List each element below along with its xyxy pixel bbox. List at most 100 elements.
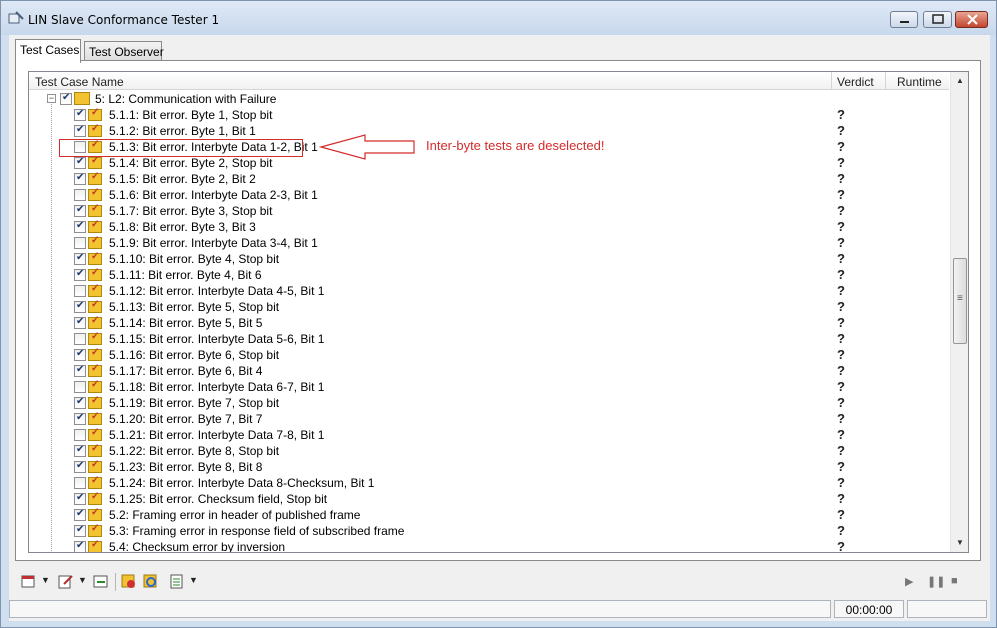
test-case-label: 5.1.21: Bit error. Interbyte Data 7-8, B… [109, 428, 325, 442]
test-case-icon [88, 475, 102, 489]
test-case-label: 5.1.7: Bit error. Byte 3, Stop bit [109, 204, 273, 218]
test-case-row[interactable]: 5.1.16: Bit error. Byte 6, Stop bit? [29, 347, 949, 363]
test-case-row[interactable]: 5.1.8: Bit error. Byte 3, Bit 3? [29, 219, 949, 235]
test-case-checkbox[interactable] [74, 412, 86, 425]
test-case-checkbox[interactable] [74, 124, 86, 137]
test-case-row[interactable]: 5.1.6: Bit error. Interbyte Data 2-3, Bi… [29, 187, 949, 203]
test-case-checkbox[interactable] [74, 508, 86, 521]
test-case-row[interactable]: 5.3: Framing error in response field of … [29, 523, 949, 539]
tree-group-row[interactable]: − 5: L2: Communication with Failure [29, 91, 949, 107]
test-case-row[interactable]: 5.2: Framing error in header of publishe… [29, 507, 949, 523]
chevron-down-icon[interactable]: ▼ [41, 575, 50, 585]
test-case-checkbox[interactable] [74, 460, 86, 473]
test-case-checkbox[interactable] [74, 172, 86, 185]
new-config-icon[interactable] [21, 574, 37, 589]
edit-icon[interactable] [58, 574, 74, 589]
test-case-row[interactable]: 5.1.24: Bit error. Interbyte Data 8-Chec… [29, 475, 949, 491]
test-case-label: 5.1.19: Bit error. Byte 7, Stop bit [109, 396, 280, 410]
test-case-row[interactable]: 5.1.4: Bit error. Byte 2, Stop bit? [29, 155, 949, 171]
test-case-checkbox[interactable] [74, 220, 86, 233]
scroll-down-icon[interactable]: ▼ [951, 534, 968, 551]
vertical-scrollbar[interactable]: ▲ ▼ [950, 72, 968, 552]
tab-test-observer[interactable]: Test Observer [84, 41, 164, 61]
verdict-unknown-icon: ? [837, 491, 845, 506]
test-case-row[interactable]: 5.1.17: Bit error. Byte 6, Bit 4? [29, 363, 949, 379]
test-case-checkbox[interactable] [74, 381, 86, 393]
test-case-row[interactable]: 5.1.25: Bit error. Checksum field, Stop … [29, 491, 949, 507]
column-separator[interactable] [831, 72, 832, 90]
test-case-label: 5.3: Framing error in response field of … [109, 524, 405, 538]
verdict-unknown-icon: ? [837, 155, 845, 170]
maximize-button[interactable] [923, 11, 952, 28]
test-case-checkbox[interactable] [74, 364, 86, 377]
close-button[interactable] [955, 11, 988, 28]
test-case-row[interactable]: 5.1.12: Bit error. Interbyte Data 4-5, B… [29, 283, 949, 299]
minimize-button[interactable] [890, 11, 918, 28]
stop-cancel-icon[interactable] [121, 574, 137, 589]
play-icon[interactable]: ▶ [905, 575, 913, 588]
test-case-checkbox[interactable] [74, 348, 86, 361]
test-case-checkbox[interactable] [74, 333, 86, 345]
column-header-verdict[interactable]: Verdict [837, 75, 874, 89]
test-case-checkbox[interactable] [74, 237, 86, 249]
tab-test-cases[interactable]: Test Cases [15, 39, 81, 63]
collapse-icon[interactable]: − [47, 94, 56, 103]
test-case-checkbox[interactable] [74, 316, 86, 329]
test-case-row[interactable]: 5.1.9: Bit error. Interbyte Data 3-4, Bi… [29, 235, 949, 251]
test-case-row[interactable]: 5.1.7: Bit error. Byte 3, Stop bit? [29, 203, 949, 219]
test-case-checkbox[interactable] [74, 300, 86, 313]
test-case-row[interactable]: 5.1.14: Bit error. Byte 5, Bit 5? [29, 315, 949, 331]
test-case-checkbox[interactable] [74, 444, 86, 457]
refresh-icon[interactable] [143, 574, 159, 589]
test-case-checkbox[interactable] [74, 268, 86, 281]
pause-icon[interactable]: ❚❚ [927, 575, 945, 588]
test-case-row[interactable]: 5.1.5: Bit error. Byte 2, Bit 2? [29, 171, 949, 187]
report-icon[interactable] [169, 574, 185, 589]
test-case-row[interactable]: 5.1.22: Bit error. Byte 8, Stop bit? [29, 443, 949, 459]
test-case-row[interactable]: 5.1.2: Bit error. Byte 1, Bit 1? [29, 123, 949, 139]
test-case-row[interactable]: 5.1.1: Bit error. Byte 1, Stop bit? [29, 107, 949, 123]
chevron-down-icon[interactable]: ▼ [189, 575, 198, 585]
scroll-thumb[interactable] [953, 258, 967, 344]
verdict-unknown-icon: ? [837, 523, 845, 538]
test-case-checkbox[interactable] [74, 156, 86, 169]
test-case-checkbox[interactable] [74, 540, 86, 552]
title-bar[interactable]: LIN Slave Conformance Tester 1 [1, 1, 996, 35]
test-case-checkbox[interactable] [74, 285, 86, 297]
test-case-row[interactable]: 5.1.10: Bit error. Byte 4, Stop bit? [29, 251, 949, 267]
test-case-label: 5.1.14: Bit error. Byte 5, Bit 5 [109, 316, 263, 330]
test-case-checkbox[interactable] [74, 189, 86, 201]
test-case-icon [88, 203, 102, 217]
test-case-checkbox[interactable] [74, 524, 86, 537]
test-case-label: 5.1.18: Bit error. Interbyte Data 6-7, B… [109, 380, 325, 394]
chevron-down-icon[interactable]: ▼ [78, 575, 87, 585]
test-case-row[interactable]: 5.1.21: Bit error. Interbyte Data 7-8, B… [29, 427, 949, 443]
test-case-row[interactable]: 5.1.19: Bit error. Byte 7, Stop bit? [29, 395, 949, 411]
test-case-label: 5.1.20: Bit error. Byte 7, Bit 7 [109, 412, 263, 426]
test-case-row[interactable]: 5.1.15: Bit error. Interbyte Data 5-6, B… [29, 331, 949, 347]
test-case-checkbox[interactable] [74, 492, 86, 505]
test-case-row[interactable]: 5.1.11: Bit error. Byte 4, Bit 6? [29, 267, 949, 283]
stop-icon[interactable]: ■ [951, 575, 958, 587]
export-icon[interactable] [93, 574, 109, 589]
test-case-row[interactable]: 5.1.23: Bit error. Byte 8, Bit 8? [29, 459, 949, 475]
test-case-checkbox[interactable] [74, 477, 86, 489]
verdict-unknown-icon: ? [837, 507, 845, 522]
test-case-row[interactable]: 5.1.18: Bit error. Interbyte Data 6-7, B… [29, 379, 949, 395]
test-case-checkbox[interactable] [74, 204, 86, 217]
column-header-name[interactable]: Test Case Name [35, 75, 124, 89]
test-case-row[interactable]: 5.1.13: Bit error. Byte 5, Stop bit? [29, 299, 949, 315]
scroll-up-icon[interactable]: ▲ [951, 72, 968, 89]
test-case-checkbox[interactable] [74, 108, 86, 121]
test-case-icon [88, 155, 102, 169]
test-case-row[interactable]: 5.1.20: Bit error. Byte 7, Bit 7? [29, 411, 949, 427]
test-case-checkbox[interactable] [74, 252, 86, 265]
test-case-checkbox[interactable] [74, 396, 86, 409]
test-case-row[interactable]: 5.4: Checksum error by inversion? [29, 539, 949, 552]
group-checkbox[interactable] [60, 92, 72, 105]
test-case-icon [88, 171, 102, 185]
column-separator[interactable] [885, 72, 886, 90]
column-header-runtime[interactable]: Runtime [897, 75, 942, 89]
annotation-arrow-icon [319, 134, 415, 160]
test-case-checkbox[interactable] [74, 429, 86, 441]
